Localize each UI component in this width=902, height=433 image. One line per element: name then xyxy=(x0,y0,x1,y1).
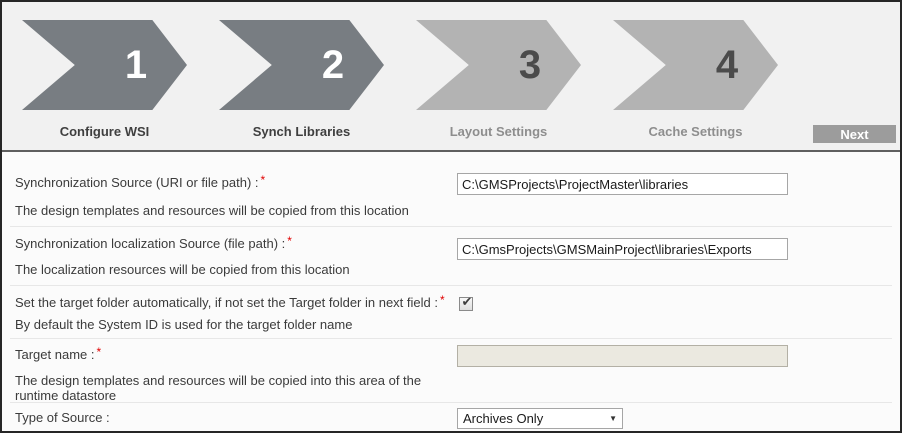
step-label: Cache Settings xyxy=(613,124,778,139)
required-marker: * xyxy=(440,293,445,307)
field-label-text: Synchronization localization Source (fil… xyxy=(15,236,285,251)
step-arrow-icon: 3 xyxy=(416,20,581,110)
step-number: 1 xyxy=(125,45,147,85)
step-number: 2 xyxy=(322,45,344,85)
field-control: ✔ xyxy=(459,295,473,313)
field-control: Archives Only ▼ xyxy=(457,408,623,429)
wizard-page: { "wizard": { "steps": [ { "number": "1"… xyxy=(0,0,902,433)
step-label: Layout Settings xyxy=(416,124,581,139)
field-label-text: Synchronization Source (URI or file path… xyxy=(15,175,259,190)
step-label: Configure WSI xyxy=(22,124,187,139)
type-of-source-select[interactable]: Archives Only ▼ xyxy=(457,408,623,429)
step-arrow-icon: 2 xyxy=(219,20,384,110)
select-selected-value: Archives Only xyxy=(463,411,605,426)
field-control xyxy=(457,345,788,367)
form-row-sync-source: Synchronization Source (URI or file path… xyxy=(10,162,892,227)
step-label: Synch Libraries xyxy=(219,124,384,139)
form-row-type-of-source: Type of Source : Archives Only ▼ xyxy=(10,403,892,432)
wizard-step-4-cache-settings[interactable]: 4 Cache Settings xyxy=(613,20,810,139)
wizard-step-2-synch-libraries[interactable]: 2 Synch Libraries xyxy=(219,20,416,139)
step-arrow-icon: 4 xyxy=(613,20,778,110)
target-name-input xyxy=(457,345,788,367)
next-button[interactable]: Next xyxy=(813,125,896,143)
field-label-text: Set the target folder automatically, if … xyxy=(15,295,438,310)
step-number: 4 xyxy=(716,45,738,85)
localization-source-input[interactable] xyxy=(457,238,788,260)
field-control xyxy=(457,238,788,260)
required-marker: * xyxy=(287,234,292,248)
auto-target-folder-checkbox[interactable]: ✔ xyxy=(459,297,473,311)
wizard-step-1-configure-wsi[interactable]: 1 Configure WSI xyxy=(22,20,219,139)
sync-settings-form: Synchronization Source (URI or file path… xyxy=(2,152,900,432)
field-label: Type of Source : xyxy=(15,410,892,425)
checkmark-icon: ✔ xyxy=(462,295,473,308)
required-marker: * xyxy=(97,345,102,359)
form-row-localization-source: Synchronization localization Source (fil… xyxy=(10,227,892,286)
field-description: The localization resources will be copie… xyxy=(15,262,443,277)
chevron-down-icon: ▼ xyxy=(609,414,617,423)
field-label-text: Target name : xyxy=(15,347,95,362)
sync-source-input[interactable] xyxy=(457,173,788,195)
field-label-text: Type of Source : xyxy=(15,410,110,425)
form-row-auto-target-folder: Set the target folder automatically, if … xyxy=(10,286,892,339)
required-marker: * xyxy=(261,173,266,187)
wizard-step-3-layout-settings[interactable]: 3 Layout Settings xyxy=(416,20,613,139)
field-description: The design templates and resources will … xyxy=(15,203,443,218)
field-description: The design templates and resources will … xyxy=(15,373,443,403)
step-number: 3 xyxy=(519,45,541,85)
field-label: Set the target folder automatically, if … xyxy=(15,295,892,310)
field-description: By default the System ID is used for the… xyxy=(15,317,443,332)
wizard-header: 1 Configure WSI 2 Synch Libraries 3 Layo… xyxy=(2,2,900,152)
step-arrow-icon: 1 xyxy=(22,20,187,110)
field-control xyxy=(457,173,788,195)
wizard-steps: 1 Configure WSI 2 Synch Libraries 3 Layo… xyxy=(22,20,900,139)
form-row-target-name: Target name :* The design templates and … xyxy=(10,339,892,403)
